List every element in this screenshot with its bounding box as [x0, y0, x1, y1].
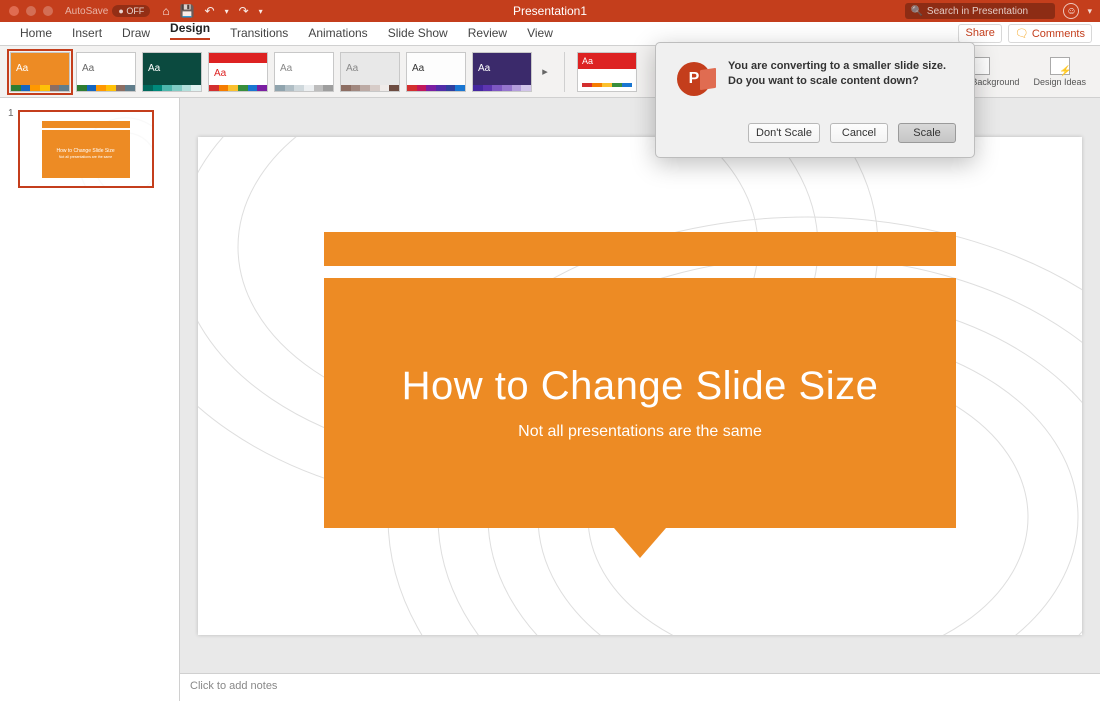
scale-content-dialog: P You are converting to a smaller slide … [655, 42, 975, 158]
document-title: Presentation1 [513, 4, 587, 18]
slide-thumbnail-panel: 1 How to Change Slide Size Not all prese… [0, 98, 180, 701]
zoom-window-icon[interactable] [43, 6, 53, 16]
design-ideas-button[interactable]: Design Ideas [1033, 57, 1086, 87]
notes-placeholder: Click to add notes [190, 680, 277, 692]
search-icon: 🔍 [910, 6, 922, 17]
comments-button[interactable]: 🗨 Comments [1008, 24, 1092, 43]
theme-label: Aa [407, 53, 465, 85]
tab-view[interactable]: View [517, 22, 563, 45]
slide-thumbnail-1[interactable]: How to Change Slide Size Not all present… [18, 110, 154, 188]
undo-icon[interactable]: ↶ [205, 4, 215, 18]
powerpoint-app-icon: P [674, 59, 714, 99]
theme-label: Aa [341, 53, 399, 85]
minimize-window-icon[interactable] [26, 6, 36, 16]
thumbnail-title: How to Change Slide Size [57, 148, 115, 154]
theme-thumb-5[interactable]: Aa [274, 52, 334, 92]
slide-callout-pointer [614, 528, 666, 558]
comments-icon: 🗨 [1015, 27, 1029, 40]
autosave-state: ● OFF [112, 5, 150, 17]
window-controls [9, 6, 53, 16]
workspace: 1 How to Change Slide Size Not all prese… [0, 98, 1100, 701]
thumbnail-subtitle: Not all presentations are the same [59, 155, 112, 159]
slide-editor: How to Change Slide Size Not all present… [180, 98, 1100, 701]
tab-home[interactable]: Home [10, 22, 62, 45]
slide-title: How to Change Slide Size [402, 364, 879, 409]
more-themes-button[interactable]: ▸ [538, 65, 552, 78]
slide-number: 1 [8, 108, 14, 188]
theme-thumb-8[interactable]: Aa [472, 52, 532, 92]
tab-transitions[interactable]: Transitions [220, 22, 298, 45]
theme-label: Aa [11, 53, 69, 85]
quick-access-toolbar: ⌂ 💾 ↶ ▾ ↷ ▾ [162, 4, 262, 18]
tab-draw[interactable]: Draw [112, 22, 160, 45]
notes-pane[interactable]: Click to add notes [180, 673, 1100, 701]
variant-thumb-1[interactable]: Aa [577, 52, 637, 92]
slide-title-block[interactable]: How to Change Slide Size Not all present… [324, 278, 956, 528]
theme-thumb-1[interactable]: Aa [10, 52, 70, 92]
theme-label: Aa [77, 53, 135, 85]
autosave-toggle[interactable]: AutoSave ● OFF [65, 5, 150, 17]
design-ideas-icon [1050, 57, 1070, 75]
home-icon[interactable]: ⌂ [162, 4, 169, 18]
slide-accent-bar [324, 232, 956, 266]
theme-label: Aa [143, 53, 201, 85]
dont-scale-button[interactable]: Don't Scale [748, 123, 820, 143]
save-icon[interactable]: 💾 [180, 4, 195, 18]
search-placeholder: Search in Presentation [927, 6, 1028, 17]
search-input[interactable]: 🔍 Search in Presentation [905, 3, 1055, 19]
tab-insert[interactable]: Insert [62, 22, 112, 45]
scale-button[interactable]: Scale [898, 123, 956, 143]
theme-label: Aa [275, 53, 333, 85]
tab-animations[interactable]: Animations [298, 22, 377, 45]
account-dropdown-icon[interactable]: ▾ [1087, 6, 1092, 17]
comments-label: Comments [1032, 28, 1085, 40]
tab-design[interactable]: Design [160, 17, 220, 45]
slide-subtitle: Not all presentations are the same [518, 423, 762, 441]
share-button[interactable]: Share [958, 24, 1001, 43]
cancel-button[interactable]: Cancel [830, 123, 888, 143]
canvas-area[interactable]: How to Change Slide Size Not all present… [180, 98, 1100, 673]
close-window-icon[interactable] [9, 6, 19, 16]
theme-thumb-2[interactable]: Aa [76, 52, 136, 92]
thumbnail-accent-bar [42, 121, 130, 128]
theme-thumb-6[interactable]: Aa [340, 52, 400, 92]
autosave-label: AutoSave [65, 6, 108, 17]
dialog-message: You are converting to a smaller slide si… [728, 59, 956, 99]
theme-label: Aa [209, 53, 267, 85]
account-icon[interactable]: ☺ [1063, 3, 1079, 19]
slide-canvas[interactable]: How to Change Slide Size Not all present… [198, 137, 1082, 635]
design-ideas-label: Design Ideas [1033, 77, 1086, 87]
theme-thumb-4[interactable]: Aa [208, 52, 268, 92]
redo-icon[interactable]: ↷ [239, 4, 249, 18]
undo-dropdown-icon[interactable]: ▾ [225, 7, 229, 16]
theme-label: Aa [473, 53, 531, 85]
qat-customize-icon[interactable]: ▾ [259, 7, 263, 16]
tab-review[interactable]: Review [458, 22, 517, 45]
ribbon-separator [564, 52, 565, 92]
theme-label: Aa [578, 53, 636, 69]
thumbnail-content-block: How to Change Slide Size Not all present… [42, 130, 130, 178]
theme-thumb-7[interactable]: Aa [406, 52, 466, 92]
theme-thumb-3[interactable]: Aa [142, 52, 202, 92]
tab-slide-show[interactable]: Slide Show [378, 22, 458, 45]
